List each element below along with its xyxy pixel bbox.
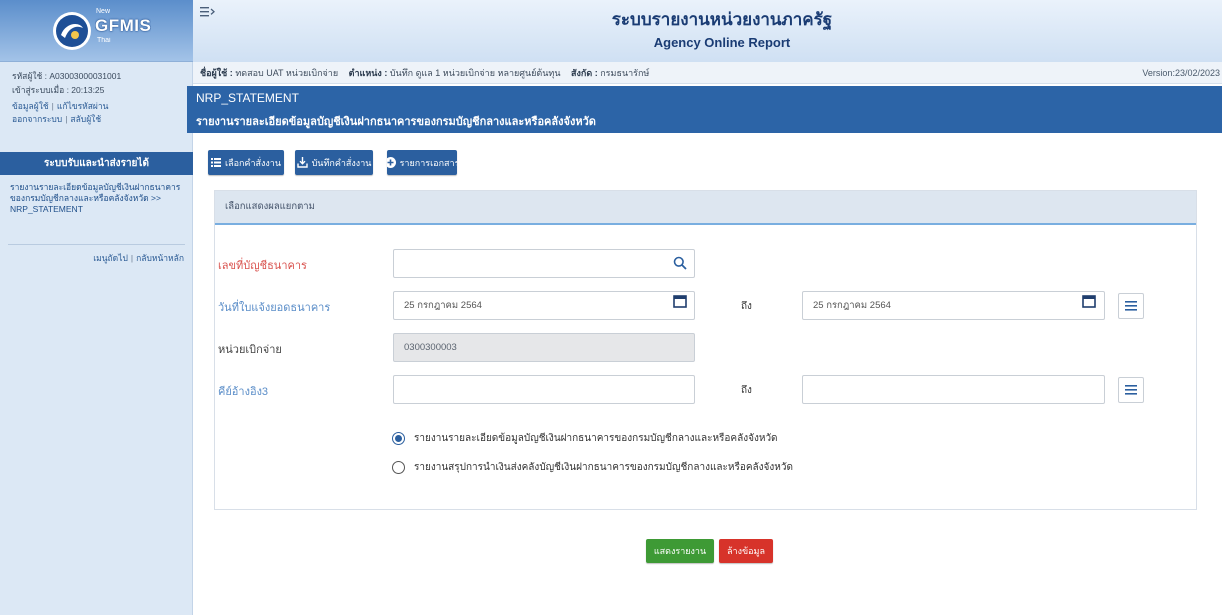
bank-account-input[interactable] bbox=[393, 249, 695, 278]
logo-sub: Thai bbox=[97, 37, 111, 44]
user-info-link[interactable]: ข้อมูลผู้ใช้ bbox=[12, 101, 49, 111]
save-icon bbox=[296, 157, 308, 168]
reference-key3-from-input[interactable] bbox=[393, 375, 695, 404]
affiliation-label: สังกัด : bbox=[571, 68, 598, 78]
menu-toggle-icon[interactable] bbox=[199, 5, 215, 19]
document-list-label: รายการเอกสาร bbox=[399, 157, 457, 168]
filter-panel: เลือกแสดงผลแยกตาม เลขที่บัญชีธนาคาร วันท… bbox=[214, 190, 1197, 510]
app-title: ระบบรายงานหน่วยงานภาครัฐ bbox=[611, 10, 833, 29]
link-separator: | bbox=[130, 253, 134, 263]
reference-key3-to-label: ถึง bbox=[741, 385, 752, 396]
disbursing-unit-label: หน่วยเบิกจ่าย bbox=[218, 344, 282, 356]
gfmis-emblem-icon bbox=[53, 12, 91, 50]
sidebar-section-title: ระบบรับและนำส่งรายได้ bbox=[0, 152, 193, 175]
user-name-label: ชื่อผู้ใช้ : bbox=[200, 68, 233, 78]
sidebar: New GFMIS Thai รหัสผู้ใช้ : A03003000031… bbox=[0, 0, 193, 615]
reference-key3-multi-select-button[interactable] bbox=[1118, 377, 1144, 403]
user-name: ทดสอบ UAT หน่วยเบิกจ่าย bbox=[235, 68, 339, 78]
page-title: รายงานรายละเอียดข้อมูลบัญชีเงินฝากธนาคาร… bbox=[196, 116, 596, 128]
list-icon bbox=[1125, 301, 1137, 311]
disbursing-unit-input bbox=[393, 333, 695, 362]
switch-user-link[interactable]: สลับผู้ใช้ bbox=[70, 114, 101, 124]
radio-button[interactable] bbox=[392, 431, 405, 445]
home-link[interactable]: กลับหน้าหลัก bbox=[136, 253, 184, 263]
statement-date-label: วันที่ใบแจ้งยอดธนาคาร bbox=[218, 302, 331, 314]
sidebar-nav-links: เมนูถัดไป | กลับหน้าหลัก bbox=[4, 252, 184, 264]
select-command-button[interactable]: เลือกคำสั่งงาน bbox=[208, 150, 284, 175]
change-password-link[interactable]: แก้ไขรหัสผ่าน bbox=[57, 101, 109, 111]
statement-date-to-input[interactable] bbox=[802, 291, 1105, 320]
version-text: Version:23/02/2023 bbox=[1142, 68, 1220, 78]
clear-button[interactable]: ล้างข้อมูล bbox=[719, 539, 773, 563]
report-option-summary[interactable]: รายงานสรุปการนำเงินส่งคลังบัญชีเงินฝากธน… bbox=[392, 459, 793, 475]
position-label: ตำแหน่ง : bbox=[348, 68, 388, 78]
add-circle-icon bbox=[387, 157, 396, 168]
app-subtitle: Agency Online Report bbox=[653, 35, 791, 50]
statement-date-to-label: ถึง bbox=[741, 301, 752, 312]
session-links: ออกจากระบบ | สลับผู้ใช้ bbox=[12, 113, 187, 125]
report-option-label: รายงานรายละเอียดข้อมูลบัญชีเงินฝากธนาคาร… bbox=[414, 432, 778, 444]
position-value: บันทึก ดูแล 1 หน่วยเบิกจ่าย หลายศูนย์ต้น… bbox=[389, 68, 561, 78]
document-list-button[interactable]: รายการเอกสาร bbox=[387, 150, 457, 175]
statement-date-from-input[interactable] bbox=[393, 291, 695, 320]
filter-panel-title: เลือกแสดงผลแยกตาม bbox=[215, 191, 1196, 225]
logout-link[interactable]: ออกจากระบบ bbox=[12, 114, 62, 124]
login-time: เข้าสู่ระบบเมื่อ : 20:13:25 bbox=[12, 85, 105, 95]
link-separator: | bbox=[51, 101, 54, 111]
search-icon[interactable] bbox=[673, 256, 687, 270]
next-menu-link[interactable]: เมนูถัดไป bbox=[93, 253, 128, 263]
reference-key3-to-input[interactable] bbox=[802, 375, 1105, 404]
reference-key3-label: คีย์อ้างอิง3 bbox=[218, 386, 269, 398]
link-separator: | bbox=[65, 114, 68, 124]
report-option-label: รายงานสรุปการนำเงินส่งคลังบัญชีเงินฝากธน… bbox=[414, 461, 794, 473]
sidebar-divider bbox=[8, 244, 185, 245]
show-report-button[interactable]: แสดงรายงาน bbox=[646, 539, 714, 563]
logo-brand: GFMIS bbox=[95, 16, 152, 35]
save-command-button[interactable]: บันทึกคำสั่งงาน bbox=[295, 150, 373, 175]
user-links: ข้อมูลผู้ใช้ | แก้ไขรหัสผ่าน bbox=[12, 100, 187, 112]
radio-button[interactable] bbox=[392, 460, 405, 474]
page-code: NRP_STATEMENT bbox=[196, 91, 299, 105]
logo-area: New GFMIS Thai bbox=[0, 0, 193, 62]
calendar-icon[interactable] bbox=[1082, 294, 1096, 308]
sidebar-breadcrumb-link[interactable]: รายงานรายละเอียดข้อมูลบัญชีเงินฝากธนาคาร… bbox=[10, 182, 186, 215]
list-icon bbox=[210, 158, 221, 167]
select-command-label: เลือกคำสั่งงาน bbox=[224, 157, 281, 168]
logo-tag: New bbox=[96, 8, 111, 15]
save-command-label: บันทึกคำสั่งงาน bbox=[311, 157, 372, 168]
report-option-detail[interactable]: รายงานรายละเอียดข้อมูลบัญชีเงินฝากธนาคาร… bbox=[392, 430, 778, 446]
user-info-bar: ชื่อผู้ใช้ : ทดสอบ UAT หน่วยเบิกจ่าย ตำแ… bbox=[193, 62, 1222, 84]
bank-account-label: เลขที่บัญชีธนาคาร bbox=[218, 260, 307, 272]
calendar-icon[interactable] bbox=[673, 294, 687, 308]
affiliation-value: กรมธนารักษ์ bbox=[600, 68, 650, 78]
list-icon bbox=[1125, 385, 1137, 395]
user-id: รหัสผู้ใช้ : A03003000031001 bbox=[12, 71, 122, 81]
statement-date-multi-select-button[interactable] bbox=[1118, 293, 1144, 319]
